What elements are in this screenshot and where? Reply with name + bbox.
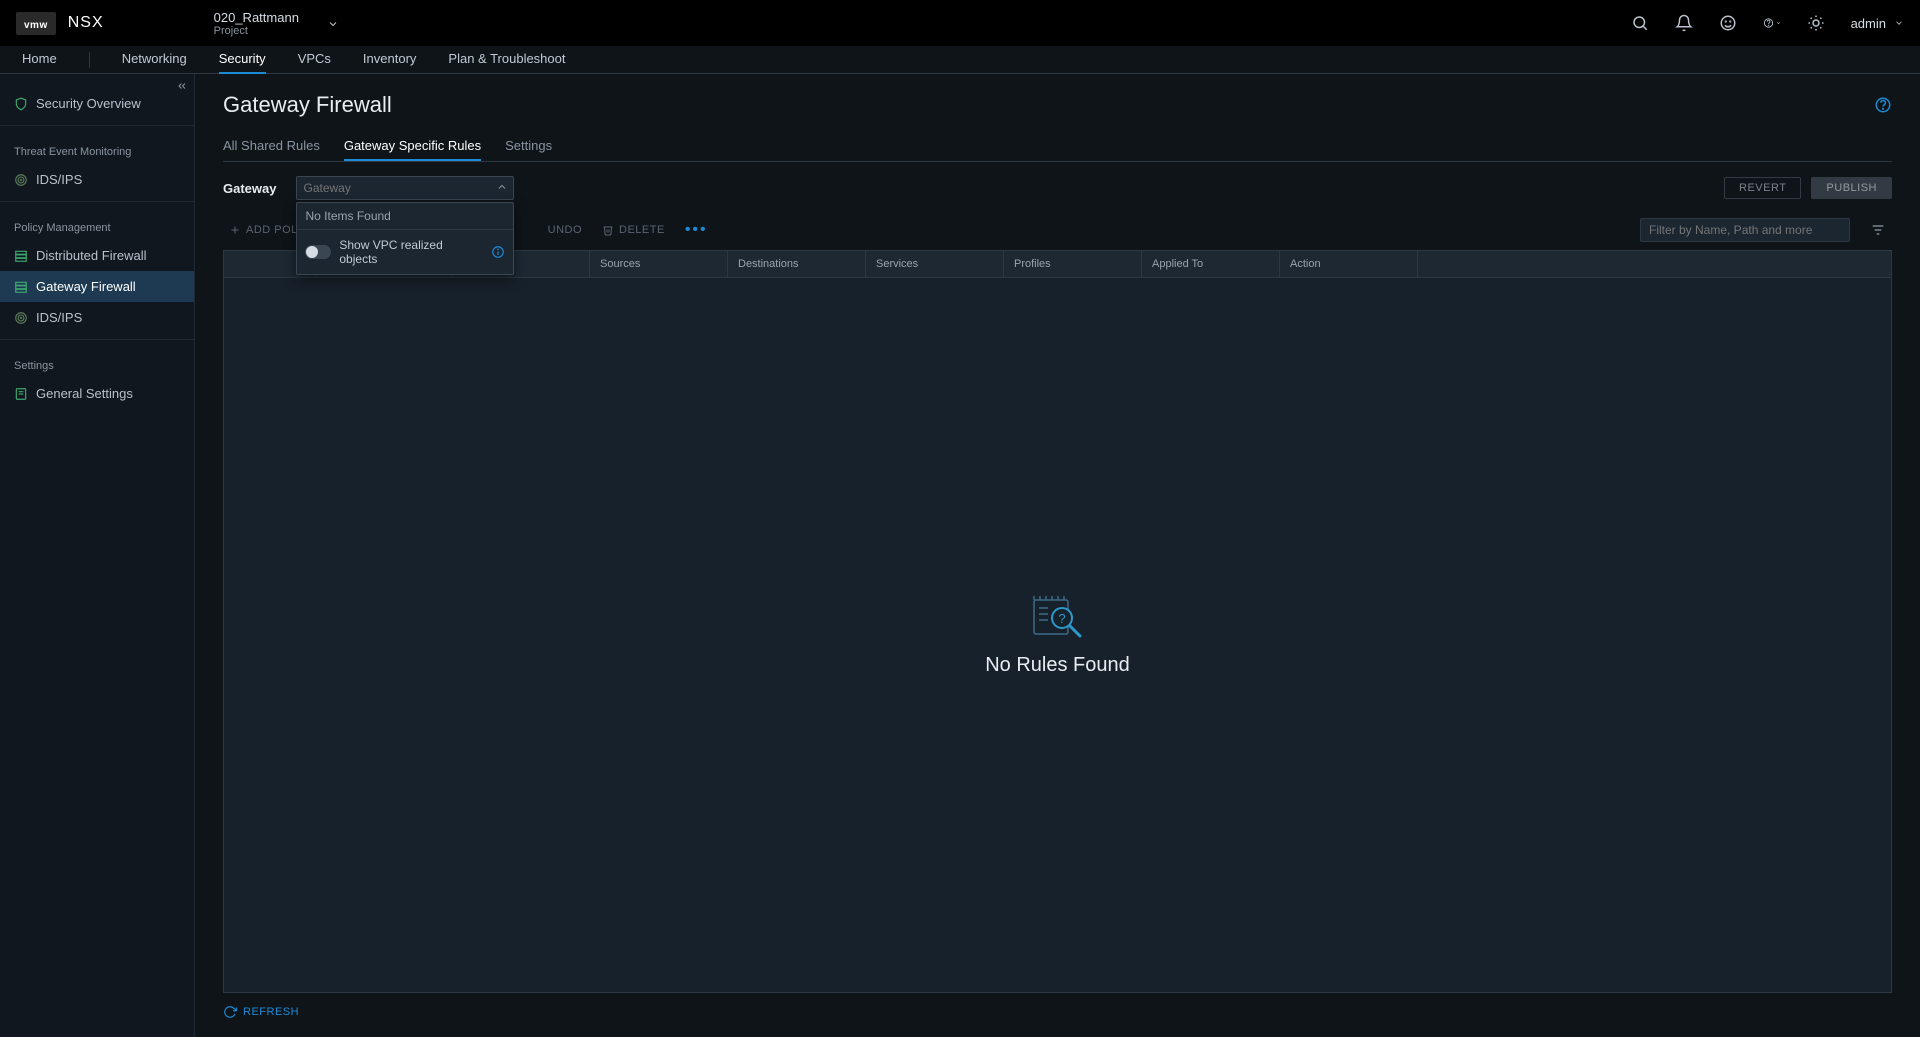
- sidebar-item-label: Gateway Firewall: [36, 279, 136, 294]
- chevron-down-icon: [327, 18, 339, 30]
- nav-networking[interactable]: Networking: [122, 46, 187, 74]
- th-destinations[interactable]: Destinations: [728, 251, 866, 277]
- sidebar-general-settings[interactable]: General Settings: [0, 378, 194, 409]
- empty-state-icon: ?: [1030, 594, 1086, 640]
- info-icon[interactable]: [491, 245, 505, 259]
- th-profiles[interactable]: Profiles: [1004, 251, 1142, 277]
- trash-icon: [602, 224, 614, 236]
- show-vpc-label: Show VPC realized objects: [339, 238, 483, 266]
- filter-input[interactable]: [1640, 218, 1850, 242]
- delete-label: DELETE: [619, 224, 665, 236]
- sidebar-section-settings: Settings: [0, 346, 194, 378]
- firewall-icon: [14, 249, 28, 263]
- tab-settings[interactable]: Settings: [505, 132, 552, 161]
- nav-security[interactable]: Security: [219, 46, 266, 74]
- top-bar: vmw NSX 020_Rattmann Project admin: [0, 0, 1920, 46]
- delete-button[interactable]: DELETE: [602, 224, 665, 236]
- revert-button[interactable]: REVERT: [1724, 177, 1801, 199]
- gateway-label: Gateway: [223, 181, 276, 196]
- sidebar-section-policy: Policy Management: [0, 208, 194, 240]
- gateway-dropdown: No Items Found Show VPC realized objects: [296, 202, 514, 275]
- sidebar: Security Overview Threat Event Monitorin…: [0, 74, 195, 1037]
- sidebar-item-label: Security Overview: [36, 96, 141, 111]
- tab-all-shared-rules[interactable]: All Shared Rules: [223, 132, 320, 161]
- page-help-icon[interactable]: [1874, 96, 1892, 114]
- main-nav: Home Networking Security VPCs Inventory …: [0, 46, 1920, 74]
- bell-icon[interactable]: [1675, 14, 1693, 32]
- sidebar-security-overview[interactable]: Security Overview: [0, 88, 194, 119]
- sidebar-gateway-firewall[interactable]: Gateway Firewall: [0, 271, 194, 302]
- more-actions-icon[interactable]: •••: [685, 221, 708, 239]
- th-action[interactable]: Action: [1280, 251, 1418, 277]
- nav-vpcs[interactable]: VPCs: [298, 46, 331, 74]
- dropdown-toggle-row: Show VPC realized objects: [297, 229, 513, 274]
- user-menu[interactable]: admin: [1851, 16, 1904, 31]
- nsx-text: NSX: [68, 14, 104, 32]
- project-selector[interactable]: 020_Rattmann Project: [214, 10, 339, 37]
- svg-text:?: ?: [1058, 611, 1065, 626]
- sidebar-idsips-threat[interactable]: IDS/IPS: [0, 164, 194, 195]
- refresh-button[interactable]: REFRESH: [223, 1005, 1892, 1019]
- th-services[interactable]: Services: [866, 251, 1004, 277]
- sidebar-idsips-policy[interactable]: IDS/IPS: [0, 302, 194, 333]
- undo-button[interactable]: UNDO: [548, 224, 582, 236]
- dropdown-no-items: No Items Found: [297, 203, 513, 229]
- sidebar-distributed-firewall[interactable]: Distributed Firewall: [0, 240, 194, 271]
- nav-separator: [89, 52, 90, 68]
- nav-home[interactable]: Home: [22, 46, 57, 74]
- nav-inventory[interactable]: Inventory: [363, 46, 416, 74]
- sidebar-item-label: IDS/IPS: [36, 172, 82, 187]
- help-icon[interactable]: [1763, 14, 1781, 32]
- vmw-logo: vmw: [16, 12, 56, 35]
- gateway-select[interactable]: No Items Found Show VPC realized objects: [296, 176, 514, 200]
- gateway-input[interactable]: [296, 176, 514, 200]
- collapse-sidebar-icon[interactable]: [176, 80, 188, 92]
- sidebar-item-label: Distributed Firewall: [36, 248, 147, 263]
- refresh-label: REFRESH: [243, 1006, 299, 1018]
- settings-doc-icon: [14, 387, 28, 401]
- empty-state-text: No Rules Found: [985, 654, 1130, 677]
- target-icon: [14, 173, 28, 187]
- table-body: ? No Rules Found: [223, 278, 1892, 993]
- refresh-icon: [223, 1005, 237, 1019]
- main-content: Gateway Firewall All Shared Rules Gatewa…: [195, 74, 1920, 1037]
- firewall-icon: [14, 280, 28, 294]
- vmw-text: vmw: [24, 20, 48, 31]
- shield-icon: [14, 97, 28, 111]
- page-title: Gateway Firewall: [223, 92, 392, 118]
- undo-label: UNDO: [548, 224, 582, 236]
- th-extra: [1418, 251, 1891, 277]
- show-vpc-toggle[interactable]: [305, 245, 331, 259]
- search-icon[interactable]: [1631, 14, 1649, 32]
- sidebar-item-label: IDS/IPS: [36, 310, 82, 325]
- filter-icon[interactable]: [1870, 222, 1886, 238]
- top-right-actions: admin: [1631, 14, 1904, 32]
- project-name: 020_Rattmann: [214, 10, 299, 25]
- nav-plan-troubleshoot[interactable]: Plan & Troubleshoot: [448, 46, 565, 74]
- user-label: admin: [1851, 16, 1886, 31]
- tab-gateway-specific-rules[interactable]: Gateway Specific Rules: [344, 132, 481, 161]
- project-sublabel: Project: [214, 25, 299, 37]
- sidebar-item-label: General Settings: [36, 386, 133, 401]
- plus-icon: [229, 224, 241, 236]
- face-icon[interactable]: [1719, 14, 1737, 32]
- tab-bar: All Shared Rules Gateway Specific Rules …: [223, 132, 1892, 162]
- th-applied-to[interactable]: Applied To: [1142, 251, 1280, 277]
- sidebar-section-threat: Threat Event Monitoring: [0, 132, 194, 164]
- chevron-down-icon: [1894, 18, 1904, 28]
- publish-button[interactable]: PUBLISH: [1811, 177, 1892, 199]
- th-sources[interactable]: Sources: [590, 251, 728, 277]
- theme-icon[interactable]: [1807, 14, 1825, 32]
- target-icon: [14, 311, 28, 325]
